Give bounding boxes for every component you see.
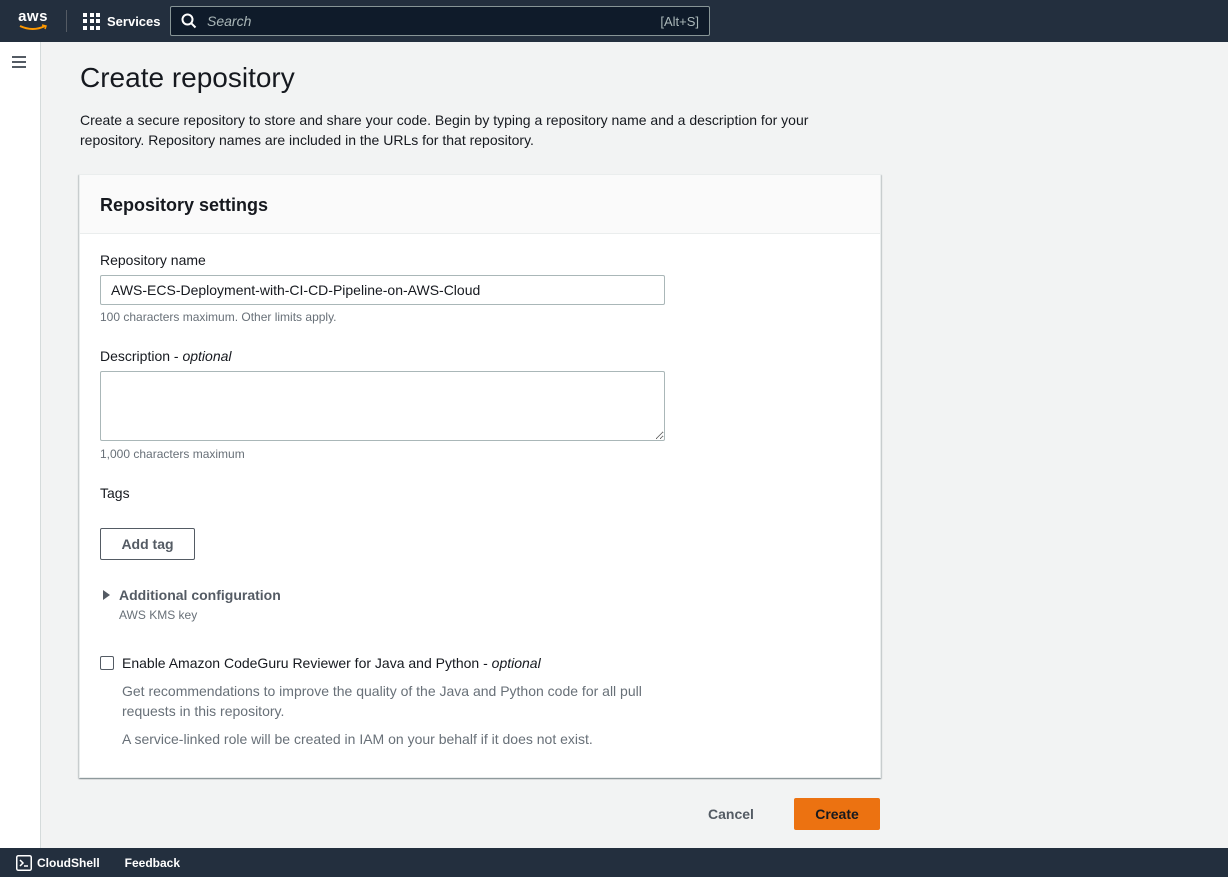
nav-divider (66, 10, 67, 32)
search-shortcut-hint: [Alt+S] (660, 13, 699, 29)
codeguru-note: A service-linked role will be created in… (122, 731, 593, 747)
menu-icon[interactable] (12, 56, 28, 70)
panel-title: Repository settings (100, 195, 269, 215)
codeguru-checkbox[interactable] (100, 656, 114, 670)
repository-name-label: Repository name (100, 252, 206, 268)
description-hint: 1,000 characters maximum (100, 447, 245, 461)
page-description: Create a secure repository to store and … (80, 112, 809, 148)
cloudshell-label: CloudShell (37, 855, 100, 870)
additional-configuration-expander[interactable]: Additional configuration (100, 587, 281, 603)
repository-name-input[interactable] (100, 275, 665, 305)
aws-logo[interactable]: aws (0, 0, 66, 42)
services-label: Services (107, 13, 161, 29)
terminal-icon (16, 854, 32, 871)
cloudshell-button[interactable]: CloudShell (16, 854, 100, 871)
aws-smile-icon (19, 24, 47, 30)
cancel-button[interactable]: Cancel (692, 798, 770, 830)
description-optional-tag: optional (182, 348, 232, 364)
additional-configuration-label: Additional configuration (119, 587, 281, 603)
search-bar[interactable]: [Alt+S] (170, 6, 710, 36)
description-textarea[interactable] (100, 371, 665, 441)
side-navigation (0, 42, 41, 848)
tags-label: Tags (100, 485, 130, 501)
search-icon (181, 13, 197, 29)
codeguru-description: Get recommendations to improve the quali… (122, 683, 642, 719)
services-grid-icon (83, 12, 100, 30)
repository-settings-panel: Repository settings Repository name 100 … (79, 174, 881, 778)
services-menu-button[interactable]: Services (83, 0, 161, 42)
caret-right-icon (103, 590, 110, 600)
feedback-link[interactable]: Feedback (125, 856, 180, 870)
top-navigation: aws Services [Alt+S] (0, 0, 1228, 42)
description-label: Description - optional (100, 348, 232, 364)
page-title: Create repository (80, 62, 295, 93)
panel-header: Repository settings (80, 175, 880, 234)
additional-configuration-hint: AWS KMS key (119, 608, 198, 622)
repository-name-hint: 100 characters maximum. Other limits app… (100, 310, 337, 324)
aws-logo-text: aws (18, 8, 48, 25)
search-input[interactable] (207, 13, 627, 29)
create-button[interactable]: Create (794, 798, 880, 830)
bottom-bar: CloudShell Feedback (0, 848, 1228, 877)
codeguru-optional-tag: optional (491, 655, 541, 671)
add-tag-button[interactable]: Add tag (100, 528, 195, 560)
codeguru-label: Enable Amazon CodeGuru Reviewer for Java… (122, 655, 541, 671)
